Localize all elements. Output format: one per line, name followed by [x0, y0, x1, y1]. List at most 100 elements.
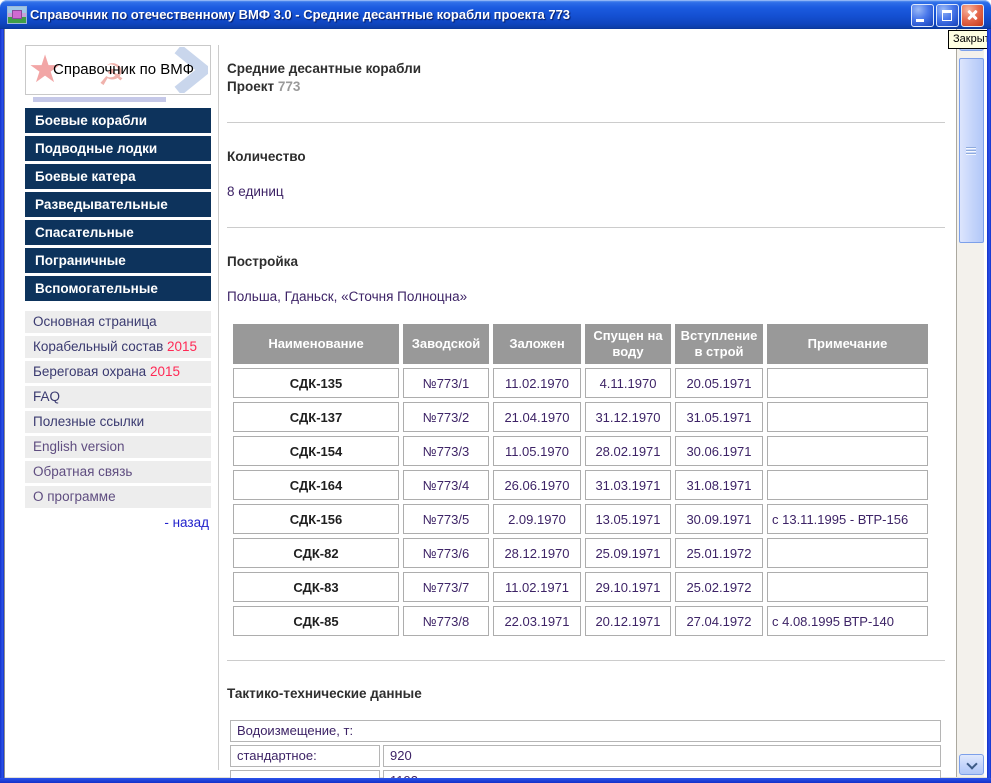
- cell-commissioned: 20.05.1971: [675, 368, 763, 398]
- sidebar-item-warships[interactable]: Боевые корабли: [25, 108, 211, 133]
- header-commissioned: Вступление в строй: [675, 324, 763, 364]
- cell-note: [767, 368, 928, 398]
- sidebar-link-faq[interactable]: FAQ: [25, 386, 211, 408]
- window-controls: [911, 4, 984, 27]
- cell-laid: 11.05.1970: [493, 436, 581, 466]
- section-divider: [227, 227, 945, 228]
- window-border-right: [987, 29, 991, 783]
- back-link[interactable]: - назад: [25, 515, 211, 530]
- cell-yard: №773/4: [403, 470, 489, 500]
- title-bar[interactable]: Справочник по отечественному ВМФ 3.0 - С…: [0, 0, 991, 29]
- sidebar-item-combat-boats[interactable]: Боевые катера: [25, 164, 211, 189]
- sidebar: ★ ☭ Справочник по ВМФ Боевые корабли Под…: [25, 45, 211, 530]
- window-title: Справочник по отечественному ВМФ 3.0 - С…: [30, 7, 571, 22]
- cell-commissioned: 25.01.1972: [675, 538, 763, 568]
- quantity-heading: Количество: [227, 149, 306, 164]
- sidebar-item-border-guard[interactable]: Пограничные: [25, 248, 211, 273]
- sidebar-links: Основная страница Корабельный состав 201…: [25, 311, 211, 508]
- link-year: 2015: [167, 339, 198, 354]
- cell-launched: 29.10.1971: [585, 572, 671, 602]
- construction-heading: Постройка: [227, 254, 298, 269]
- minimize-icon: [916, 19, 924, 22]
- sidebar-content-divider: [218, 45, 219, 770]
- table-row: СДК-156 №773/5 2.09.1970 13.05.1971 30.0…: [233, 504, 928, 534]
- scrollbar-thumb[interactable]: [959, 58, 984, 243]
- logo-text: Справочник по ВМФ: [53, 61, 195, 78]
- header-laid-down: Заложен: [493, 324, 581, 364]
- cell-launched: 4.11.1970: [585, 368, 671, 398]
- cell-note: с 13.11.1995 - ВТР-156: [767, 504, 928, 534]
- link-label: Обратная связь: [33, 464, 133, 479]
- sidebar-link-feedback[interactable]: Обратная связь: [25, 461, 211, 483]
- cell-launched: 20.12.1971: [585, 606, 671, 636]
- ships-table: Наименование Заводской Заложен Спущен на…: [229, 320, 932, 640]
- link-label: Полезные ссылки: [33, 414, 145, 429]
- cell-commissioned: 25.02.1972: [675, 572, 763, 602]
- ttd-table: Водоизмещение, т: стандартное: 920 полно…: [227, 717, 944, 778]
- link-label: FAQ: [33, 389, 61, 404]
- logo-strip: [33, 97, 166, 102]
- link-label: Береговая охрана: [33, 364, 150, 379]
- cell-note: [767, 470, 928, 500]
- sidebar-link-english-version[interactable]: English version: [25, 436, 211, 458]
- cell-yard: №773/2: [403, 402, 489, 432]
- cell-yard: №773/8: [403, 606, 489, 636]
- section-divider: [227, 122, 945, 123]
- cell-note: [767, 572, 928, 602]
- sidebar-link-about[interactable]: О программе: [25, 486, 211, 508]
- cell-name: СДК-135: [233, 368, 399, 398]
- table-row: СДК-82 №773/6 28.12.1970 25.09.1971 25.0…: [233, 538, 928, 568]
- sidebar-link-coast-guard[interactable]: Береговая охрана 2015: [25, 361, 211, 383]
- cell-laid: 11.02.1971: [493, 572, 581, 602]
- cell-launched: 25.09.1971: [585, 538, 671, 568]
- close-icon: [962, 5, 983, 26]
- cell-laid: 26.06.1970: [493, 470, 581, 500]
- section-divider: [227, 660, 945, 661]
- cell-commissioned: 31.05.1971: [675, 402, 763, 432]
- sidebar-link-fleet-roster[interactable]: Корабельный состав 2015: [25, 336, 211, 358]
- cell-commissioned: 31.08.1971: [675, 470, 763, 500]
- scroll-down-button[interactable]: [959, 754, 984, 775]
- cell-launched: 28.02.1971: [585, 436, 671, 466]
- project-label: Проект: [227, 79, 278, 94]
- link-label: О программе: [33, 489, 116, 504]
- sidebar-link-main-page[interactable]: Основная страница: [25, 311, 211, 333]
- sidebar-item-rescue[interactable]: Спасательные: [25, 220, 211, 245]
- table-row: СДК-154 №773/3 11.05.1970 28.02.1971 30.…: [233, 436, 928, 466]
- cell-commissioned: 27.04.1972: [675, 606, 763, 636]
- sidebar-nav: Боевые корабли Подводные лодки Боевые ка…: [25, 108, 211, 301]
- vertical-scrollbar[interactable]: [956, 29, 984, 777]
- cell-yard: №773/7: [403, 572, 489, 602]
- sidebar-link-useful-links[interactable]: Полезные ссылки: [25, 411, 211, 433]
- cell-note: [767, 402, 928, 432]
- close-button[interactable]: [961, 4, 984, 27]
- sidebar-item-reconnaissance[interactable]: Разведывательные: [25, 192, 211, 217]
- cell-commissioned: 30.09.1971: [675, 504, 763, 534]
- cell-commissioned: 30.06.1971: [675, 436, 763, 466]
- maximize-icon: [942, 10, 952, 21]
- table-row: СДК-137 №773/2 21.04.1970 31.12.1970 31.…: [233, 402, 928, 432]
- link-year: 2015: [149, 364, 180, 379]
- cell-laid: 11.02.1970: [493, 368, 581, 398]
- cell-name: СДК-164: [233, 470, 399, 500]
- ttd-label: стандартное:: [230, 745, 380, 767]
- app-icon: [7, 6, 27, 24]
- project-number: 773: [277, 79, 301, 94]
- table-row: СДК-83 №773/7 11.02.1971 29.10.1971 25.0…: [233, 572, 928, 602]
- sidebar-item-submarines[interactable]: Подводные лодки: [25, 136, 211, 161]
- client-area: Закрыть ★ ☭ Справочник по ВМФ Боевые кор…: [4, 29, 987, 778]
- close-tooltip: Закрыть: [948, 30, 987, 49]
- link-label: Корабельный состав: [33, 339, 168, 354]
- maximize-button[interactable]: [936, 4, 959, 27]
- sidebar-logo: ★ ☭ Справочник по ВМФ: [25, 45, 211, 95]
- cell-note: [767, 436, 928, 466]
- app-window: Справочник по отечественному ВМФ 3.0 - С…: [0, 0, 991, 783]
- minimize-button[interactable]: [911, 4, 934, 27]
- sidebar-item-auxiliary[interactable]: Вспомогательные: [25, 276, 211, 301]
- header-notes: Примечание: [767, 324, 928, 364]
- header-launched: Спущен на воду: [585, 324, 671, 364]
- table-row: стандартное: 920: [230, 745, 941, 767]
- cell-yard: №773/5: [403, 504, 489, 534]
- cell-laid: 2.09.1970: [493, 504, 581, 534]
- link-label: English version: [33, 439, 125, 454]
